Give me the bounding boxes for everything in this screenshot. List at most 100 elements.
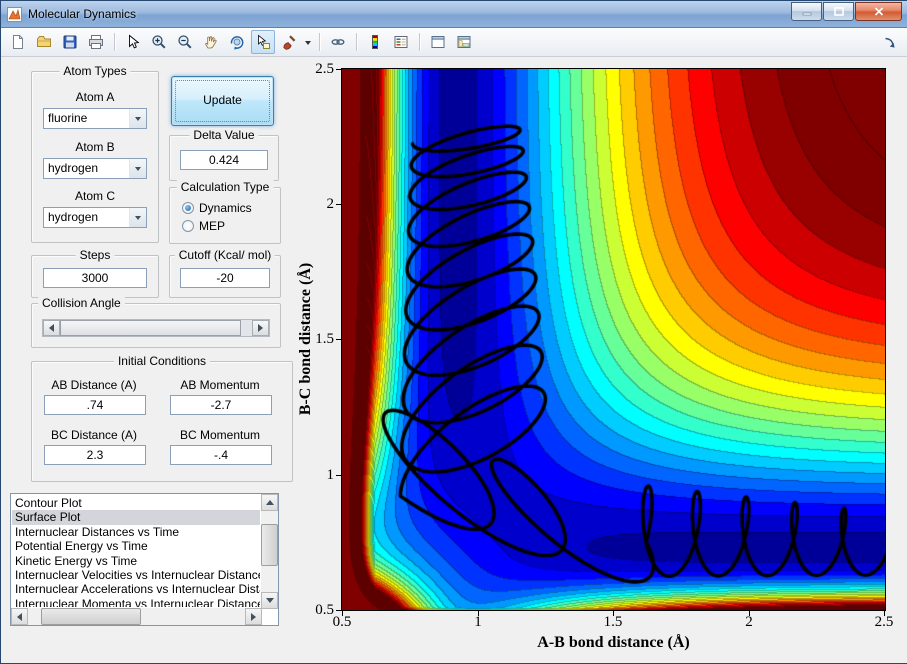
brush-icon bbox=[283, 35, 296, 50]
rotate-3d-icon bbox=[230, 36, 244, 50]
y-tick-mark bbox=[336, 339, 341, 340]
printer-icon bbox=[89, 35, 103, 49]
list-item[interactable]: Contour Plot bbox=[12, 496, 260, 510]
hide-plot-tools-button[interactable] bbox=[426, 30, 450, 54]
x-tick-label: 1.5 bbox=[603, 614, 623, 630]
list-item[interactable]: Kinetic Energy vs Time bbox=[12, 554, 260, 568]
cutoff-title: Cutoff (Kcal/ mol) bbox=[174, 248, 276, 262]
steps-title: Steps bbox=[75, 248, 115, 262]
collision-angle-slider[interactable] bbox=[42, 319, 270, 337]
insert-colorbar-button[interactable] bbox=[363, 30, 387, 54]
slider-left-arrow[interactable] bbox=[43, 320, 60, 336]
dock-arrow-icon bbox=[885, 37, 895, 48]
zoom-out-button[interactable] bbox=[173, 30, 197, 54]
combo-arrow-icon[interactable] bbox=[129, 159, 146, 178]
scroll-right-arrow[interactable] bbox=[245, 608, 262, 625]
pan-hand-icon bbox=[205, 36, 217, 49]
combo-arrow-icon[interactable] bbox=[129, 208, 146, 227]
delta-value-input[interactable] bbox=[180, 150, 268, 170]
combo-arrow-icon[interactable] bbox=[129, 109, 146, 128]
bc-distance-input[interactable] bbox=[44, 445, 146, 465]
atom-types-group: Atom Types Atom A fluorine Atom B hydrog… bbox=[31, 64, 159, 243]
list-item[interactable]: Potential Energy vs Time bbox=[12, 539, 260, 553]
rotate-3d-button[interactable] bbox=[225, 30, 249, 54]
minimize-button[interactable] bbox=[791, 1, 822, 21]
link-chain-icon bbox=[331, 39, 345, 45]
insert-legend-button[interactable] bbox=[389, 30, 413, 54]
slider-right-arrow[interactable] bbox=[252, 320, 269, 336]
close-icon bbox=[874, 6, 883, 16]
zoom-in-icon bbox=[152, 35, 166, 49]
open-folder-icon bbox=[37, 36, 51, 47]
contour-trajectory-canvas[interactable] bbox=[342, 69, 885, 610]
scroll-up-arrow[interactable] bbox=[261, 494, 278, 511]
ab-momentum-label: AB Momentum bbox=[180, 378, 260, 392]
y-tick-label: 2 bbox=[326, 196, 335, 212]
show-plot-tools-icon bbox=[457, 36, 471, 48]
atom-a-select[interactable]: fluorine bbox=[43, 108, 147, 129]
ab-momentum-input[interactable] bbox=[170, 395, 272, 415]
list-item[interactable]: Internuclear Accelerations vs Internucle… bbox=[12, 582, 260, 596]
x-tick-label: 1 bbox=[474, 614, 482, 630]
new-figure-button[interactable] bbox=[6, 30, 30, 54]
save-figure-button[interactable] bbox=[58, 30, 82, 54]
dynamics-radio-label: Dynamics bbox=[199, 201, 252, 215]
new-document-icon bbox=[13, 35, 23, 49]
mep-radio-label: MEP bbox=[199, 219, 226, 233]
ab-distance-input[interactable] bbox=[44, 395, 146, 415]
list-item[interactable]: Internuclear Distances vs Time bbox=[12, 525, 260, 539]
cursor-arrow-icon bbox=[129, 34, 140, 49]
horizontal-scrollbar[interactable] bbox=[11, 608, 262, 625]
atom-b-label: Atom B bbox=[75, 140, 115, 154]
toolbar-separator bbox=[419, 33, 420, 51]
brush-dropdown-caret[interactable] bbox=[303, 31, 313, 53]
y-tick-mark bbox=[336, 204, 341, 205]
atom-c-select[interactable]: hydrogen bbox=[43, 207, 147, 228]
hide-plot-tools-icon bbox=[431, 36, 445, 48]
initial-conditions-group: Initial Conditions AB Distance (A) AB Mo… bbox=[31, 354, 293, 482]
slider-thumb[interactable] bbox=[60, 320, 241, 336]
mep-radio[interactable] bbox=[182, 220, 194, 232]
y-tick-label: 1 bbox=[326, 467, 335, 483]
scroll-left-arrow[interactable] bbox=[11, 608, 28, 625]
pan-button[interactable] bbox=[199, 30, 223, 54]
data-cursor-button[interactable] bbox=[251, 30, 275, 54]
show-plot-tools-button[interactable] bbox=[452, 30, 476, 54]
horizontal-scroll-thumb[interactable] bbox=[41, 608, 141, 625]
link-plot-button[interactable] bbox=[326, 30, 350, 54]
toolbar-separator bbox=[114, 33, 115, 51]
print-figure-button[interactable] bbox=[84, 30, 108, 54]
update-button[interactable]: Update bbox=[171, 76, 274, 126]
y-tick-mark bbox=[336, 69, 341, 70]
titlebar[interactable]: Molecular Dynamics bbox=[1, 1, 907, 28]
scroll-down-arrow[interactable] bbox=[261, 592, 278, 609]
initial-conditions-title: Initial Conditions bbox=[113, 354, 211, 368]
maximize-button[interactable] bbox=[823, 1, 854, 21]
y-tick-mark bbox=[336, 610, 341, 611]
bc-momentum-input[interactable] bbox=[170, 445, 272, 465]
edit-plot-button[interactable] bbox=[121, 30, 145, 54]
y-tick-label: 2.5 bbox=[315, 61, 334, 77]
brush-data-button[interactable] bbox=[277, 30, 301, 54]
open-file-button[interactable] bbox=[32, 30, 56, 54]
toolbar-separator bbox=[319, 33, 320, 51]
dynamics-radio[interactable] bbox=[182, 202, 194, 214]
legend-icon bbox=[394, 36, 408, 48]
delta-value-group: Delta Value bbox=[169, 128, 279, 181]
steps-input[interactable] bbox=[43, 268, 147, 288]
atom-c-label: Atom C bbox=[74, 189, 115, 203]
vertical-scroll-thumb[interactable] bbox=[261, 524, 278, 566]
atom-a-value: fluorine bbox=[48, 111, 88, 125]
list-item[interactable]: Internuclear Velocities vs Internuclear … bbox=[12, 568, 260, 582]
vertical-scrollbar[interactable] bbox=[261, 494, 278, 609]
atom-b-select[interactable]: hydrogen bbox=[43, 158, 147, 179]
zoom-in-button[interactable] bbox=[147, 30, 171, 54]
dock-figure-button[interactable] bbox=[878, 31, 902, 55]
pes-contour-plot[interactable] bbox=[341, 68, 886, 611]
atom-types-title: Atom Types bbox=[59, 64, 131, 78]
list-item[interactable]: Surface Plot bbox=[12, 510, 260, 525]
delta-value-title: Delta Value bbox=[189, 128, 259, 142]
close-button[interactable] bbox=[855, 1, 902, 21]
cutoff-input[interactable] bbox=[180, 268, 270, 288]
list-item[interactable]: Internuclear Momenta vs Internuclear Dis… bbox=[12, 597, 260, 607]
